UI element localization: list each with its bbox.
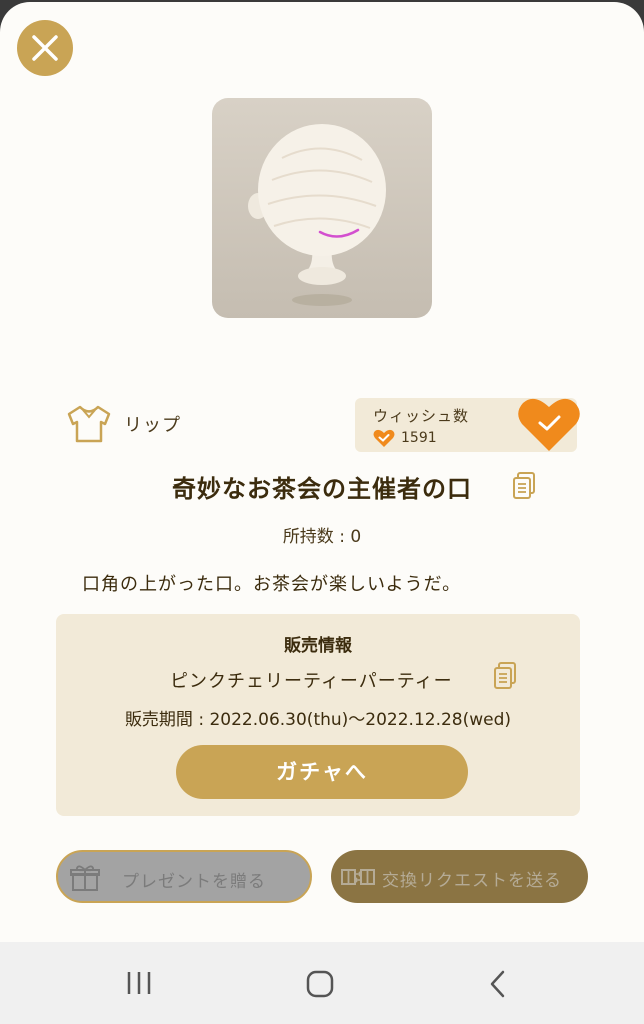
sales-info-panel: 販売情報 ピンクチェリーティーパーティー 販売期間 : 2022.06.30(t… (56, 614, 580, 816)
owned-count: 所持数 : 0 (282, 527, 362, 547)
home-icon (306, 970, 334, 998)
gift-icon (70, 865, 100, 891)
item-title: 奇妙なお茶会の主催者の口 (172, 475, 472, 503)
item-category: リップ (66, 404, 181, 444)
send-gift-label: プレゼントを贈る (122, 872, 266, 892)
send-trade-request-button[interactable]: 交換リクエストを送る (331, 850, 588, 903)
home-button[interactable] (305, 969, 335, 1003)
send-gift-button[interactable]: プレゼントを贈る (56, 850, 312, 903)
back-icon (490, 970, 505, 998)
heart-check-icon (518, 398, 580, 451)
wish-toggle-button[interactable] (517, 395, 581, 453)
category-label: リップ (124, 415, 181, 436)
recent-apps-icon (127, 972, 151, 994)
recent-apps-button[interactable] (124, 970, 154, 1000)
copy-icon (513, 472, 535, 499)
close-icon (32, 35, 58, 61)
trade-icon (341, 869, 375, 885)
sales-info-heading: 販売情報 (284, 636, 352, 656)
small-heart-icon (373, 429, 395, 447)
system-navigation-bar (0, 942, 644, 1024)
item-description: 口角の上がった口。お茶会が楽しいようだ。 (82, 574, 462, 595)
go-to-gacha-button[interactable]: ガチャへ (176, 745, 468, 799)
shirt-icon (67, 405, 111, 443)
wish-count-value: 1591 (401, 430, 437, 446)
wish-count-label: ウィッシュ数 (373, 407, 470, 425)
copy-title-button[interactable] (512, 472, 536, 504)
mannequin-head-image (248, 124, 386, 306)
sales-period: 販売期間 : 2022.06.30(thu)〜2022.12.28(wed) (124, 710, 512, 730)
back-button[interactable] (488, 970, 508, 1002)
item-preview-image (212, 98, 432, 318)
sales-event-name: ピンクチェリーティーパーティー (170, 671, 453, 692)
copy-icon (494, 662, 516, 689)
close-button[interactable] (17, 20, 73, 76)
send-trade-request-label: 交換リクエストを送る (382, 871, 562, 891)
copy-event-button[interactable] (493, 662, 517, 694)
item-detail-modal: リップ ウィッシュ数 1591 奇妙なお茶会の主催者の口 所持数 : 0 口角の… (0, 2, 644, 942)
